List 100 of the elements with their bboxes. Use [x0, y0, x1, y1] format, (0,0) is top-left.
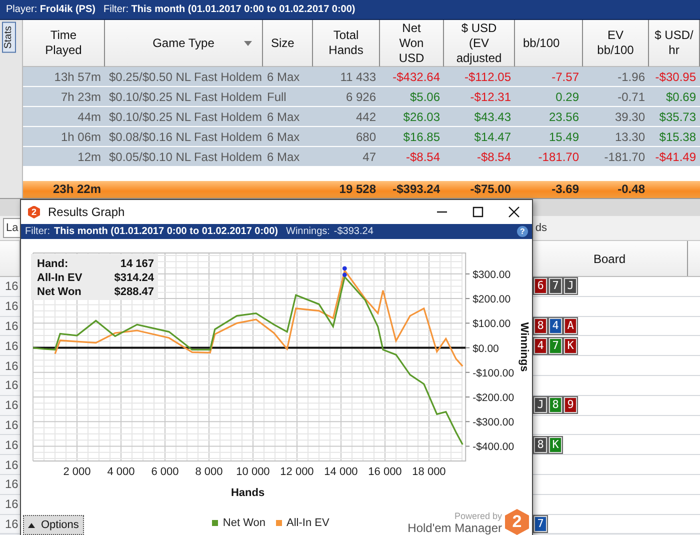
column-header[interactable]: EV bb/100 [583, 20, 649, 67]
options-button[interactable]: Options [23, 515, 84, 535]
table-cell: 16 [0, 435, 20, 454]
table-cell: 680 [313, 127, 380, 147]
table-cell: $16.85 [380, 127, 444, 147]
table-cell: -$12.31 [444, 87, 515, 107]
stats-tab[interactable]: Stats [2, 22, 16, 53]
axis-label: 4 000 [107, 466, 135, 478]
table-cell: 0.29 [515, 87, 583, 107]
table-cell: $15.38 [649, 127, 700, 147]
table-cell: 6 Max [263, 127, 313, 147]
table-cell: 16 [0, 277, 20, 296]
winnings-value: -$393.24 [334, 224, 374, 238]
table-cell: 442 [313, 107, 380, 127]
card: 4 [534, 338, 547, 354]
card: 8 [549, 397, 562, 414]
table-cell: 1h 06m [23, 127, 105, 147]
total-cell-text: -$393.24 [392, 181, 441, 198]
tab[interactable]: La [3, 218, 22, 238]
card: K [549, 436, 562, 453]
axis-label: 2 000 [63, 466, 91, 478]
table-cell: 16 [0, 316, 20, 336]
column-header[interactable]: $ USD/ hr [649, 20, 700, 67]
table-cell: 16 [0, 396, 20, 415]
card: 4 [549, 318, 562, 334]
table-cell: 15.49 [515, 127, 583, 147]
table-cell: 16 [0, 455, 20, 474]
table-cell: 16 [0, 514, 20, 534]
maximize-icon [472, 206, 484, 218]
table-cell: 6 Max [263, 107, 313, 127]
table-cell: $0.05/$0.10 NL Fast Holdem [105, 147, 263, 167]
caret-up-icon [28, 522, 35, 528]
axis-label: 12 000 [280, 466, 314, 478]
filter-value: This month (01.01.2017 0:00 to 01.02.2017 0:00) [131, 4, 356, 15]
table-cell: $0.10/$0.25 NL Fast Holdem [105, 107, 263, 127]
table-cell: 11 433 [313, 67, 380, 87]
table-cell: $0.69 [649, 87, 700, 107]
axis-label: -$400.00 [472, 441, 514, 454]
table-cell: 16 [0, 416, 20, 434]
table-cell: 16 [0, 296, 20, 316]
legend-label: All-In EV [286, 516, 330, 531]
table-cell: 23.56 [515, 107, 583, 127]
column-header[interactable]: Game Type [105, 20, 263, 67]
table-cell: 6 926 [313, 87, 380, 107]
axis-label: $0.00 [472, 342, 499, 355]
table-cell: -$30.95 [649, 67, 700, 87]
info-label: All-In EV [37, 272, 82, 284]
info-value: 14 167 [120, 258, 154, 270]
card: 7 [549, 278, 562, 294]
table-cell: -$8.54 [444, 147, 515, 167]
total-cell-text: -$75.00 [469, 181, 512, 198]
column-header[interactable]: Total Hands [313, 20, 380, 67]
axis-label: 10 000 [236, 466, 270, 478]
total-cell-text: -3.69 [550, 181, 580, 198]
powered-by-text: Powered by [454, 512, 502, 522]
table-cell: -0.71 [583, 87, 649, 107]
table-cell: -$8.54 [380, 147, 444, 167]
axis-label: 6 000 [151, 466, 179, 478]
column-header[interactable]: Size [263, 20, 313, 67]
table-cell: -181.70 [583, 147, 649, 167]
card: 9 [564, 397, 577, 414]
column-header[interactable]: $ USD (EV adjusted [444, 20, 515, 67]
column-header[interactable]: bb/100 [515, 20, 583, 67]
table-cell: $35.73 [649, 107, 700, 127]
filter-label: Filter: [25, 224, 50, 238]
player-label: Player: [6, 4, 38, 15]
card: 8 [534, 436, 547, 453]
close-icon [508, 206, 520, 218]
table-cell: 16 [0, 376, 20, 395]
tab-label[interactable]: ds [535, 220, 547, 236]
column-header[interactable]: Time Played [23, 20, 105, 67]
axis-label: $200.00 [472, 294, 511, 306]
axis-label: $300.00 [472, 268, 511, 281]
axis-label: $100.00 [472, 318, 511, 330]
axis-label: 18 000 [412, 466, 446, 478]
table-cell: 16 [0, 494, 20, 514]
axis-label: -$300.00 [472, 416, 514, 429]
filter-label: Filter: [103, 4, 128, 15]
table-cell: 6 Max [263, 147, 313, 167]
player-name: Frol4ik (PS) [40, 4, 96, 15]
axis-label: 8 000 [195, 466, 223, 478]
brand-logo: 2 [505, 509, 529, 535]
total-cell-text: 19 528 [338, 181, 377, 198]
table-cell: -1.96 [583, 67, 649, 87]
card: J [534, 397, 547, 414]
axis-title: Winnings [518, 322, 530, 372]
card: 7 [549, 338, 562, 354]
card: K [564, 338, 577, 354]
table-cell: $5.06 [380, 87, 444, 107]
axis-label: -$200.00 [472, 392, 514, 404]
window-title: Results Graph [48, 204, 125, 220]
table-cell: $0.08/$0.16 NL Fast Holdem [105, 127, 263, 147]
column-header[interactable]: Net Won USD [380, 20, 444, 67]
axis-label: 14 000 [324, 466, 358, 478]
table-cell: $0.10/$0.25 NL Fast Holdem [105, 87, 263, 107]
table-cell: 16 [0, 336, 20, 356]
winnings-label: Winnings: [286, 224, 330, 238]
table-cell: 7h 23m [23, 87, 105, 107]
table-cell: -$41.49 [649, 147, 700, 167]
table-cell: -181.70 [515, 147, 583, 167]
